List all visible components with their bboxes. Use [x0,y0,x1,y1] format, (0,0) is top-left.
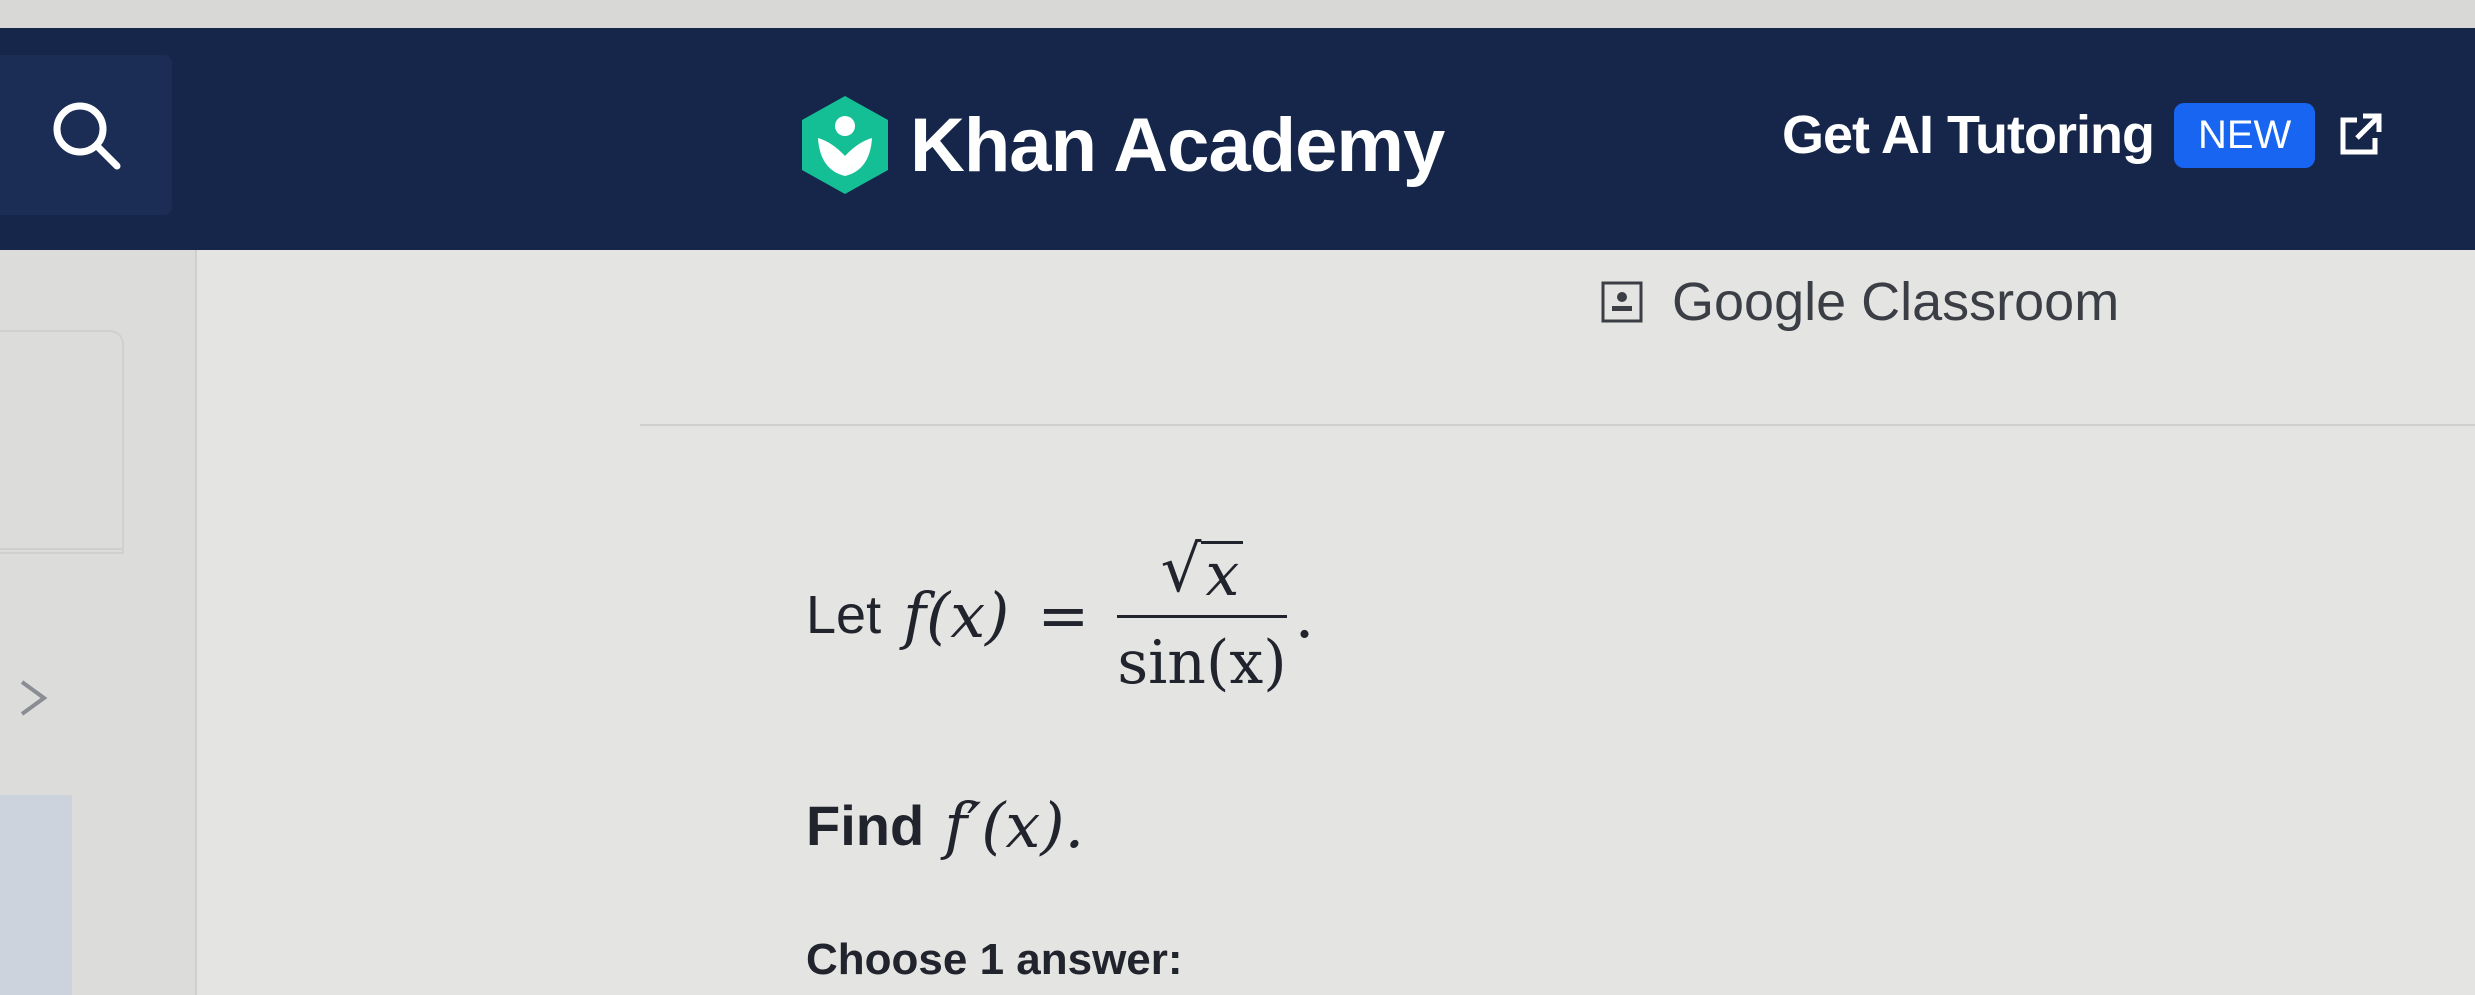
brand-name: Khan Academy [910,102,1445,188]
google-classroom-button[interactable]: Google Classroom [1600,262,2119,342]
find-expression: f′(x). [944,788,1085,862]
equals-sign: = [1037,578,1090,652]
sidebar-card [0,330,124,554]
ai-tutoring-label[interactable]: Get AI Tutoring [1782,104,2155,166]
problem-statement: Let f(x) = √ x sin(x) . [806,510,1314,720]
fraction-denominator: sin(x) [1117,627,1287,698]
function-lhs: f(x) [903,578,1010,652]
khan-academy-logo[interactable]: Khan Academy [798,90,1445,200]
browser-top-strip [0,0,2475,28]
problem-task: Find f′(x). [806,775,1084,875]
problem-intro: Let [806,585,882,645]
google-classroom-label[interactable]: Google Classroom [1672,271,2119,333]
search-icon [53,102,121,170]
ai-tutoring-link[interactable]: Get AI Tutoring NEW [1782,95,2385,175]
content-divider [640,424,2475,426]
choose-answer-label: Choose 1 answer: [806,935,1183,984]
fraction: √ x sin(x) [1117,533,1287,698]
fraction-numerator: √ x [1139,533,1266,615]
sidebar-divider [0,548,122,550]
khan-academy-logo-icon [802,96,888,194]
search-button[interactable] [0,55,172,215]
external-link-icon[interactable] [2335,110,2385,160]
chevron-right-icon[interactable] [16,676,50,720]
sidebar-selected-item[interactable] [0,795,72,995]
square-root-symbol: √ [1160,532,1202,607]
google-classroom-icon [1601,281,1643,323]
radicand: x [1201,540,1244,607]
find-label: Find [806,793,925,857]
statement-period: . [1294,578,1315,652]
new-badge: NEW [2173,102,2316,168]
